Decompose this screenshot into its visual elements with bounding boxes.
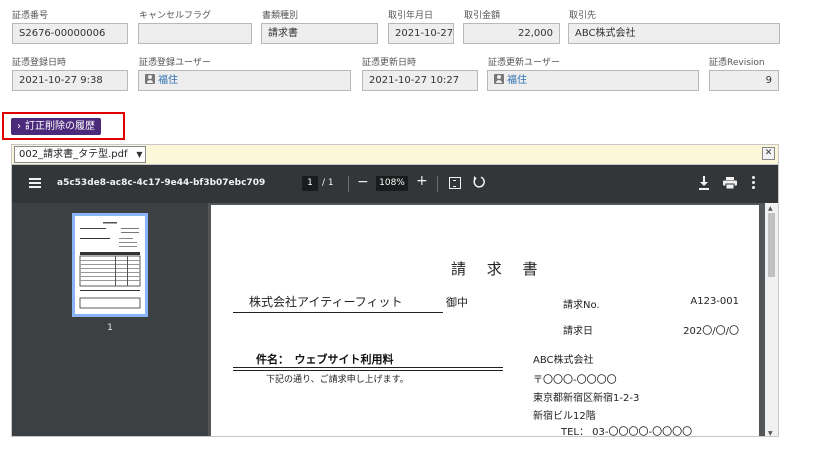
invoice-customer: 株式会社アイティーフィット	[249, 295, 403, 309]
thumbnail-sidebar: 1	[12, 203, 208, 436]
pdf-page: 請 求 書 株式会社アイティーフィット 御中 請求No. A123-001 請求…	[211, 205, 759, 437]
rotate-icon[interactable]	[472, 175, 486, 189]
revision-field[interactable]: 9	[709, 70, 779, 91]
thumbnail-preview	[75, 216, 145, 314]
toolbar-divider	[348, 176, 349, 192]
revision-label: 証憑Revision	[709, 58, 765, 68]
cancel-flag-label: キャンセルフラグ	[139, 11, 212, 21]
invoice-subject: 件名： ウェブサイト利用料	[256, 353, 394, 366]
voucher-no-field[interactable]: S2676-00000006	[12, 23, 128, 44]
menu-icon[interactable]	[29, 178, 41, 188]
fit-page-icon[interactable]	[449, 177, 461, 189]
invoice-no-label: 請求No.	[563, 300, 600, 311]
user-icon	[494, 74, 504, 84]
page-number-input[interactable]: 1	[302, 176, 318, 191]
close-icon[interactable]: ✕	[762, 147, 775, 160]
doc-type-label: 書類種別	[262, 11, 299, 21]
vertical-scrollbar[interactable]: ▲ ▼	[765, 203, 778, 436]
toolbar-divider	[437, 176, 438, 192]
scroll-thumb[interactable]	[768, 213, 775, 277]
correction-history-button[interactable]: › 訂正削除の履歴	[11, 118, 101, 135]
pdf-viewer: a5c53de8-ac8c-4c17-9e44-bf3b07ebc709 1 /…	[11, 164, 779, 437]
page-thumbnail[interactable]	[72, 213, 148, 317]
invoice-date-label: 請求日	[563, 326, 593, 337]
partner-field[interactable]: ABC株式会社	[568, 23, 780, 44]
invoice-no-value: A123-001	[690, 296, 739, 307]
invoice-title: 請 求 書	[451, 260, 546, 278]
print-icon[interactable]	[723, 177, 737, 189]
pdf-doc-name: a5c53de8-ac8c-4c17-9e44-bf3b07ebc709	[57, 178, 266, 188]
chevron-right-icon: ›	[17, 121, 21, 132]
pdf-toolbar: a5c53de8-ac8c-4c17-9e44-bf3b07ebc709 1 /…	[12, 165, 778, 203]
registered-by-label: 証憑登録ユーザー	[139, 58, 211, 68]
registered-at-field[interactable]: 2021-10-27 9:38	[12, 70, 128, 91]
updated-at-field[interactable]: 2021-10-27 10:27	[362, 70, 478, 91]
subject-underline	[233, 370, 503, 371]
issuer-zip: 〒〇〇〇-〇〇〇〇	[533, 375, 617, 386]
txn-amount-field[interactable]: 22,000	[463, 23, 560, 44]
issuer-tel: TEL： 03-〇〇〇〇-〇〇〇〇	[561, 427, 693, 437]
txn-date-label: 取引年月日	[388, 11, 434, 21]
invoice-date-value: 202〇/〇/〇	[683, 326, 739, 337]
correction-history-label: 訂正削除の履歴	[25, 121, 95, 132]
voucher-no-label: 証憑番号	[12, 11, 49, 21]
document-area[interactable]: 請 求 書 株式会社アイティーフィット 御中 請求No. A123-001 請求…	[208, 203, 765, 437]
thumbnail-page-number: 1	[107, 323, 113, 333]
zoom-out-icon[interactable]: −	[357, 174, 369, 190]
dropdown-arrow-icon: ▼	[136, 150, 143, 159]
issuer-address2: 新宿ビル12階	[533, 411, 596, 422]
updated-at-label: 証憑更新日時	[362, 58, 417, 68]
more-vert-icon[interactable]	[752, 176, 756, 190]
zoom-in-icon[interactable]: +	[416, 173, 428, 189]
download-icon[interactable]	[698, 176, 710, 190]
scroll-up-icon[interactable]: ▲	[768, 205, 773, 212]
invoice-onchu: 御中	[446, 296, 468, 309]
partner-label: 取引先	[569, 11, 597, 21]
file-select-value: 002_請求書_タテ型.pdf	[19, 149, 128, 160]
txn-date-field[interactable]: 2021-10-27	[388, 23, 454, 44]
doc-type-field[interactable]: 請求書	[261, 23, 378, 44]
invoice-note: 下記の通り、ご請求申し上げます。	[266, 375, 409, 385]
updated-by-label: 証憑更新ユーザー	[488, 58, 560, 68]
updated-by-link[interactable]: 福住	[507, 75, 527, 86]
updated-by-field[interactable]: 福住	[487, 70, 699, 91]
registered-at-label: 証憑登録日時	[12, 58, 67, 68]
page-total: / 1	[322, 178, 334, 188]
zoom-input[interactable]: 108%	[376, 176, 408, 191]
registered-by-link[interactable]: 福住	[158, 75, 178, 86]
registered-by-field[interactable]: 福住	[138, 70, 351, 91]
issuer-company: ABC株式会社	[533, 355, 594, 366]
subject-underline	[233, 367, 503, 368]
user-icon	[145, 74, 155, 84]
scroll-down-icon[interactable]: ▼	[768, 430, 773, 436]
file-select-dropdown[interactable]: 002_請求書_タテ型.pdf ▼	[14, 146, 147, 163]
txn-amount-label: 取引金額	[464, 11, 501, 21]
issuer-address1: 東京都新宿区新宿1-2-3	[533, 393, 640, 404]
customer-underline	[233, 312, 443, 313]
file-select-bar: 002_請求書_タテ型.pdf ▼ ✕	[11, 144, 779, 164]
cancel-flag-field[interactable]	[138, 23, 252, 44]
